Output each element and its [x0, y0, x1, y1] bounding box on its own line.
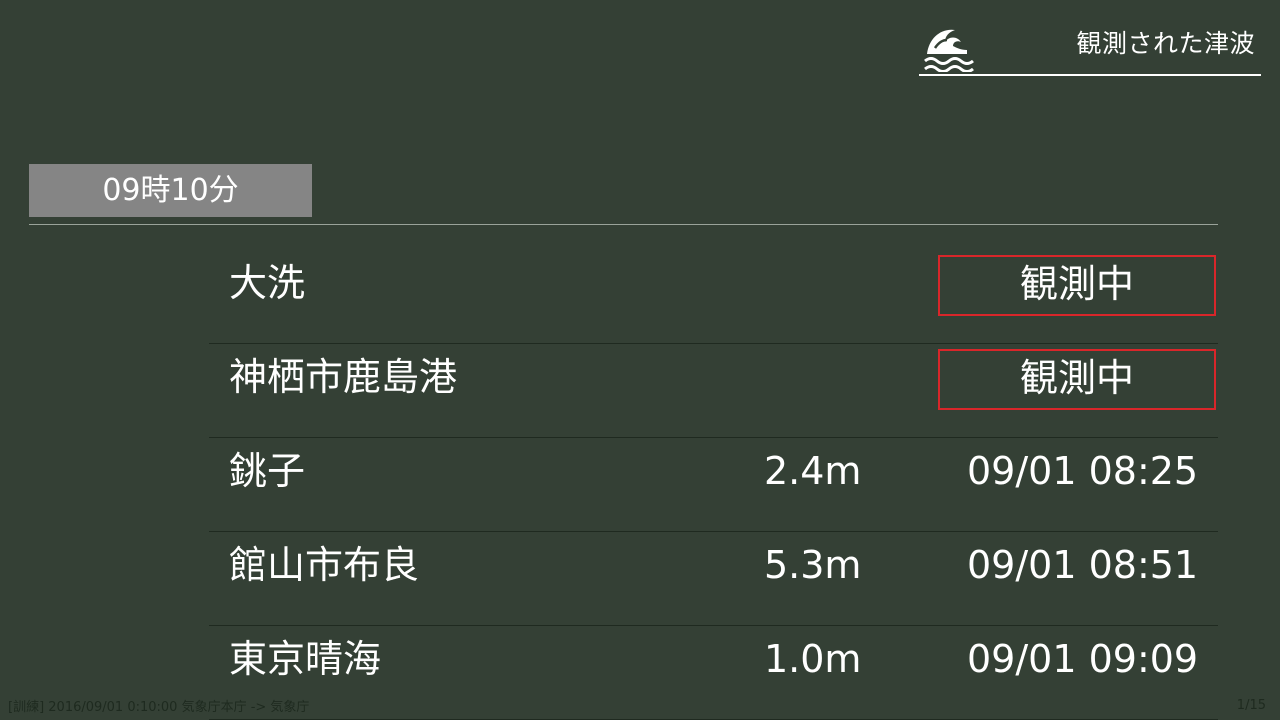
status-badge: 観測中	[938, 255, 1216, 316]
station-name: 館山市布良	[229, 543, 420, 587]
list-item: 館山市布良 5.3m 09/01 08:51	[209, 532, 1218, 626]
page-indicator: 1/15	[1236, 698, 1266, 713]
list-item: 大洗 観測中	[209, 250, 1218, 344]
wave-height: 5.3m	[764, 543, 862, 587]
station-name: 銚子	[229, 449, 306, 493]
wave-height: 2.4m	[764, 449, 862, 493]
tsunami-wave-icon	[924, 29, 974, 72]
footer-info: [訓練] 2016/09/01 0:10:00 気象庁本庁 -> 気象庁	[8, 700, 310, 715]
station-name: 東京晴海	[229, 637, 382, 681]
station-name: 神栖市鹿島港	[229, 355, 458, 399]
tsunami-observation-screen: 観測された津波 09時10分 大洗 観測中 神栖市鹿島港 観測中 銚子 2.4m…	[0, 0, 1280, 720]
status-badge: 観測中	[938, 349, 1216, 410]
list-item: 銚子 2.4m 09/01 08:25	[209, 438, 1218, 532]
observed-time: 09/01 08:25	[967, 449, 1199, 493]
list-item: 東京晴海 1.0m 09/01 09:09	[209, 626, 1218, 720]
header: 観測された津波	[919, 18, 1261, 76]
observed-time: 09/01 08:51	[967, 543, 1199, 587]
wave-height: 1.0m	[764, 637, 862, 681]
list-item: 神栖市鹿島港 観測中	[209, 344, 1218, 438]
observed-time: 09/01 09:09	[967, 637, 1199, 681]
screen-title: 観測された津波	[1076, 29, 1255, 58]
observation-list: 大洗 観測中 神栖市鹿島港 観測中 銚子 2.4m 09/01 08:25 館山…	[209, 250, 1218, 720]
station-name: 大洗	[229, 261, 306, 305]
time-badge: 09時10分	[29, 164, 312, 217]
divider	[29, 224, 1218, 225]
